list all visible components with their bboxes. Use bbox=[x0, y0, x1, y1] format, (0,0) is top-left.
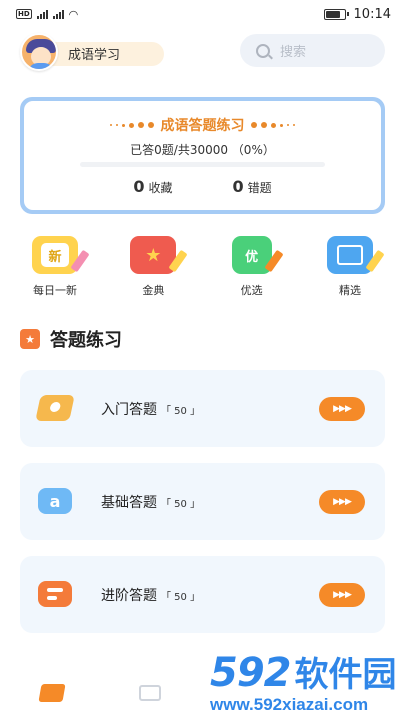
level-count: 「 50 」 bbox=[161, 405, 201, 417]
star-book-icon: ★ bbox=[130, 236, 188, 274]
user-profile-button[interactable]: 成语学习 bbox=[20, 33, 164, 71]
user-label: 成语学习 bbox=[68, 47, 121, 63]
scroll-icon: 优 bbox=[231, 236, 284, 274]
progress-card[interactable]: 成语答题练习 已答0题/共30000 （0%） 0 收藏 0 错题 bbox=[20, 97, 385, 214]
level-card-advanced[interactable]: 进阶答题 「 50 」 ▶▶▶ bbox=[20, 556, 385, 633]
progress-stats: 已答0题/共30000 （0%） bbox=[130, 143, 275, 157]
search-placeholder: 搜索 bbox=[280, 45, 307, 60]
letter-a-icon: a bbox=[38, 488, 72, 514]
open-book-icon bbox=[326, 236, 385, 274]
decor-dots-right bbox=[251, 122, 295, 128]
level-card-beginner[interactable]: 入门答题 「 50 」 ▶▶▶ bbox=[20, 370, 385, 447]
shortcut-row: 新 每日一新 ★ 金典 优 优选 精选 bbox=[20, 236, 385, 300]
tab-video[interactable] bbox=[130, 680, 170, 706]
hd-icon: HD bbox=[16, 9, 32, 19]
search-input[interactable]: 搜索 bbox=[240, 34, 385, 67]
home-tab-icon bbox=[38, 684, 66, 702]
shortcut-label: 优选 bbox=[240, 284, 263, 297]
progress-title: 成语答题练习 bbox=[160, 118, 245, 134]
watermark-brand: 软件园 bbox=[294, 655, 397, 695]
section-title-text: 答题练习 bbox=[50, 330, 122, 351]
level-count: 「 50 」 bbox=[161, 498, 201, 510]
watermark: 592 软件园 www.592xiazai.com bbox=[200, 645, 405, 720]
play-button[interactable]: ▶▶▶ bbox=[319, 583, 365, 607]
search-icon bbox=[256, 43, 270, 58]
header: 成语学习 搜索 bbox=[20, 33, 385, 71]
play-button[interactable]: ▶▶▶ bbox=[319, 490, 365, 514]
tab-home[interactable] bbox=[32, 680, 72, 706]
level-label: 进阶答题 bbox=[101, 588, 157, 604]
progress-bar bbox=[80, 162, 325, 167]
shortcut-selected[interactable]: 精选 bbox=[315, 236, 385, 300]
avatar[interactable] bbox=[20, 33, 58, 71]
favorites-count[interactable]: 0 收藏 bbox=[133, 177, 172, 196]
level-card-basic[interactable]: a 基础答题 「 50 」 ▶▶▶ bbox=[20, 463, 385, 540]
shortcut-label: 金典 bbox=[142, 284, 165, 297]
shortcut-classic[interactable]: ★ 金典 bbox=[118, 236, 188, 300]
new-icon: 新 bbox=[32, 236, 90, 274]
signal-4g-icon bbox=[52, 9, 64, 19]
network-indicators: HD ◠ bbox=[16, 8, 78, 21]
watermark-url: www.592xiazai.com bbox=[210, 695, 369, 714]
play-button[interactable]: ▶▶▶ bbox=[319, 397, 365, 421]
shortcut-label: 每日一新 bbox=[33, 284, 77, 297]
clock: 10:14 bbox=[353, 6, 391, 22]
status-bar: HD ◠ 10:14 bbox=[0, 0, 405, 28]
video-tab-icon bbox=[139, 685, 161, 701]
section-flag-icon: ★ bbox=[20, 329, 40, 349]
level-count: 「 50 」 bbox=[161, 591, 201, 603]
shortcut-daily-new[interactable]: 新 每日一新 bbox=[20, 236, 90, 300]
level-label: 入门答题 bbox=[101, 402, 157, 418]
battery-level bbox=[325, 10, 340, 18]
signal-icon bbox=[36, 9, 48, 19]
wrong-count[interactable]: 0 错题 bbox=[233, 177, 272, 196]
lines-icon bbox=[38, 581, 72, 607]
section-title: ★ 答题练习 bbox=[20, 326, 122, 352]
watermark-number: 592 bbox=[210, 650, 291, 696]
wifi-icon: ◠ bbox=[68, 7, 79, 21]
battery-icon bbox=[323, 8, 349, 20]
level-label: 基础答题 bbox=[101, 495, 157, 511]
shortcut-label: 精选 bbox=[338, 284, 361, 297]
ticket-icon bbox=[35, 395, 75, 421]
shortcut-preferred[interactable]: 优 优选 bbox=[217, 236, 287, 300]
